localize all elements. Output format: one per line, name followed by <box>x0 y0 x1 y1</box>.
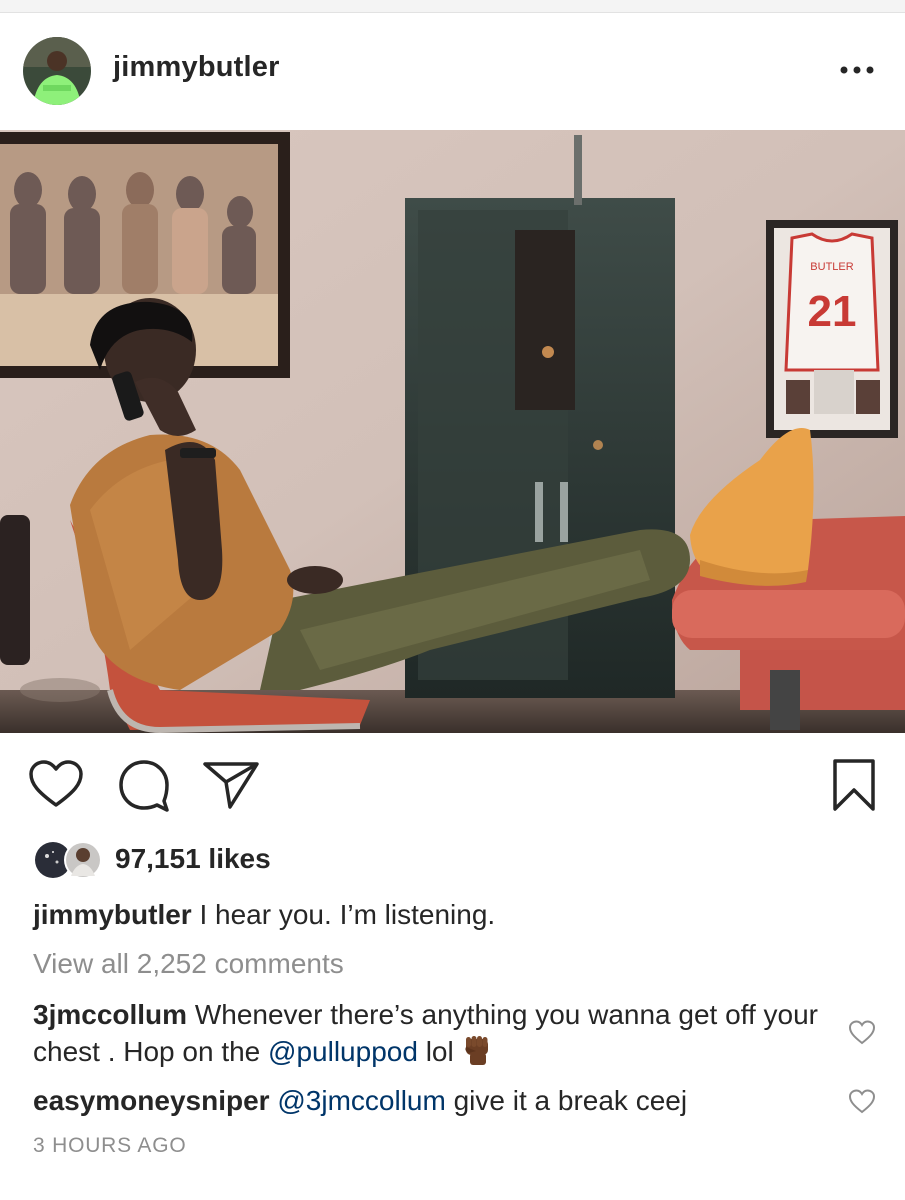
post-timestamp: 3 HOURS AGO <box>33 1134 187 1157</box>
heart-outline-icon[interactable] <box>28 760 84 810</box>
comment-bubble-icon[interactable] <box>118 760 172 812</box>
comment-text-after: give it a break ceej <box>445 1085 688 1116</box>
status-strip <box>0 0 905 13</box>
paper-plane-icon[interactable] <box>202 760 260 810</box>
likes-count[interactable]: 97,151 likes <box>115 843 271 875</box>
jersey-number-text: 21 <box>808 287 857 336</box>
post-username[interactable]: jimmybutler <box>113 51 280 84</box>
comment-username[interactable]: easymoneysniper <box>33 1085 270 1116</box>
post-header: jimmybutler <box>0 13 905 129</box>
avatar[interactable] <box>23 37 91 105</box>
comment-item: easymoneysniper @3jmccollum give it a br… <box>33 1083 823 1119</box>
more-horizontal-icon[interactable] <box>832 55 882 85</box>
view-all-comments-link[interactable]: View all 2,252 comments <box>33 948 344 980</box>
bookmark-outline-icon[interactable] <box>830 758 878 812</box>
comment-like-heart-icon[interactable] <box>848 1089 876 1115</box>
caption-username[interactable]: jimmybutler <box>33 899 192 930</box>
caption-text: I hear you. I’m listening. <box>191 899 496 930</box>
jersey-name-text: BUTLER <box>810 261 853 273</box>
post-photo[interactable]: BUTLER 21 <box>0 130 905 733</box>
liker-avatars[interactable] <box>33 840 103 880</box>
comment-item: 3jmccollum Whenever there’s anything you… <box>33 997 823 1070</box>
raised-fist-emoji-icon <box>465 1036 488 1065</box>
comment-mention[interactable]: @pulluppod <box>268 1036 418 1067</box>
comment-mention[interactable]: @3jmccollum <box>277 1085 445 1116</box>
comment-text-after: lol <box>417 1036 454 1067</box>
comment-like-heart-icon[interactable] <box>848 1020 876 1046</box>
post-caption: jimmybutler I hear you. I’m listening. <box>33 898 833 932</box>
comment-username[interactable]: 3jmccollum <box>33 999 187 1030</box>
